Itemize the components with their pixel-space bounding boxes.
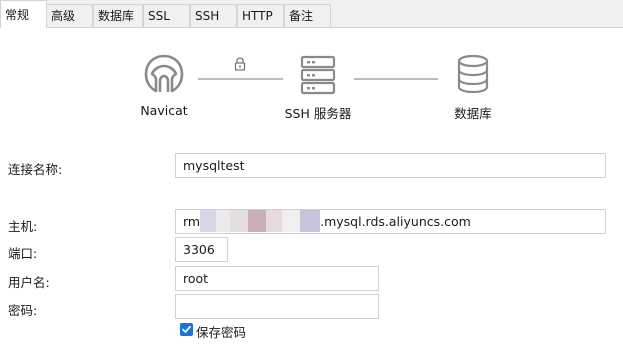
- host-label: 主机:: [8, 219, 38, 234]
- tab-databases[interactable]: 数据库: [93, 4, 143, 28]
- tab-notes[interactable]: 备注: [284, 4, 331, 28]
- tab-ssh[interactable]: SSH: [190, 4, 237, 28]
- connection-name-label: 连接名称:: [8, 162, 63, 177]
- tab-divider: [46, 27, 623, 28]
- navicat-logo-icon: [143, 53, 185, 98]
- username-label: 用户名:: [8, 275, 50, 290]
- port-label: 端口:: [8, 246, 38, 261]
- save-password-label[interactable]: 保存密码: [196, 322, 246, 341]
- host-input[interactable]: [175, 209, 606, 234]
- password-input[interactable]: [175, 294, 379, 319]
- lock-icon: [233, 57, 247, 74]
- username-input[interactable]: [175, 266, 379, 291]
- connection-name-input[interactable]: [175, 153, 606, 178]
- checkmark-icon: [182, 325, 191, 333]
- connection-line-right: [354, 78, 438, 80]
- connection-dialog: 常规 高级 数据库 SSL SSH HTTP 备注 Navicat SSH 服务…: [0, 0, 623, 348]
- server-icon: [300, 55, 336, 98]
- ssh-server-label: SSH 服务器: [284, 106, 352, 121]
- connection-line-left: [198, 78, 283, 80]
- tab-ssl[interactable]: SSL: [143, 4, 190, 28]
- tab-bar: 常规 高级 数据库 SSL SSH HTTP 备注: [0, 0, 623, 28]
- save-password-checkbox[interactable]: [180, 323, 193, 336]
- tab-advanced[interactable]: 高级: [46, 4, 93, 28]
- password-label: 密码:: [8, 303, 38, 318]
- database-icon: [455, 54, 491, 97]
- port-input[interactable]: [175, 237, 228, 262]
- tab-http[interactable]: HTTP: [237, 4, 284, 28]
- tab-general[interactable]: 常规: [0, 0, 47, 28]
- client-label: Navicat: [140, 103, 188, 118]
- database-label: 数据库: [454, 106, 492, 121]
